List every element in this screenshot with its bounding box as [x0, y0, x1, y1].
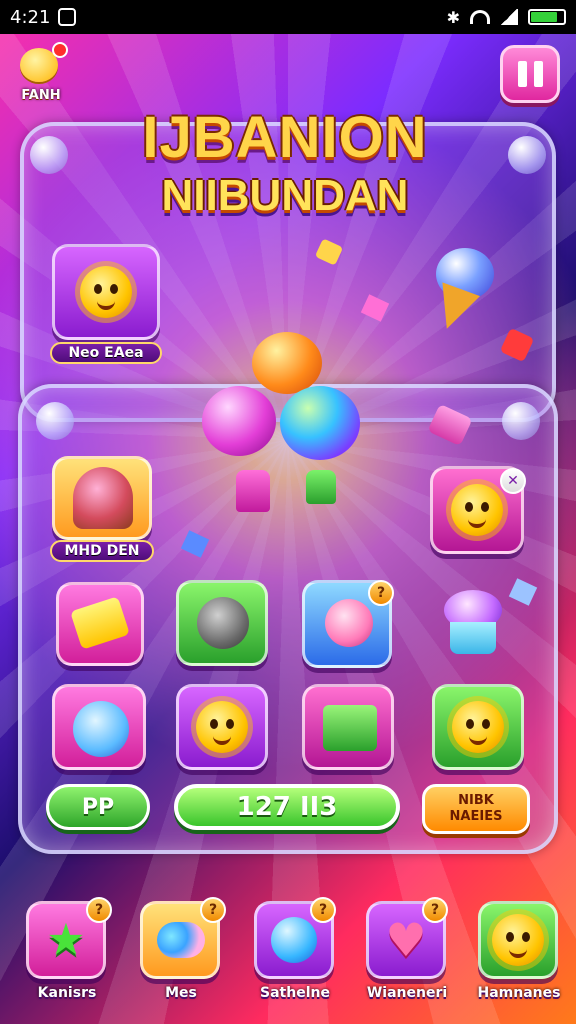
orange-action-button[interactable]: NIBK NAEIES [422, 784, 530, 834]
sun-character-icon [80, 266, 132, 318]
pause-icon [517, 61, 527, 87]
panel-corner-orb [502, 402, 540, 440]
balloon-cluster [196, 330, 366, 520]
panel-corner-orb [36, 402, 74, 440]
orange-button-line-2: NAEIES [449, 809, 503, 824]
character-tile-cat-2[interactable] [432, 684, 524, 770]
bottom-nav: ★ ? Kanisrs ? Mes ? Sathelne ♥ ? Wianene… [0, 895, 576, 1024]
orange-button-line-1: NIBK [458, 793, 494, 808]
nav-item-mes[interactable]: ? Mes [136, 895, 226, 1015]
orb-icon [271, 917, 317, 963]
pause-button[interactable] [500, 45, 560, 103]
character-tile-sun[interactable] [52, 244, 160, 340]
nav-item-hamnanes[interactable]: Hamnanes [474, 895, 564, 1015]
ice-cream-icon[interactable] [426, 248, 498, 336]
bluetooth-icon: ✱ [446, 7, 460, 27]
star-icon: ★ [46, 914, 86, 966]
question-badge-icon: ? [86, 897, 112, 923]
panel-corner-orb [508, 136, 546, 174]
battery-icon [528, 9, 566, 25]
profile-badge[interactable]: FANH [14, 42, 68, 108]
title-line-2: NIIBUNDAN [161, 171, 409, 220]
sun-character-icon [196, 701, 248, 753]
cupcake-icon[interactable] [440, 590, 506, 658]
profile-badge-label: FANH [21, 88, 61, 103]
panel-corner-orb [30, 136, 68, 174]
character-tile-sun-2[interactable] [176, 684, 268, 770]
tile-label: MHD DEN [50, 540, 154, 562]
nav-label: Sathelne [260, 985, 330, 1001]
title-line-1: IJBANION [142, 105, 428, 170]
cat-character-icon [451, 484, 503, 536]
cat-character-icon [452, 701, 504, 753]
status-bar: 4:21 ✱ [0, 0, 576, 34]
wifi-icon [470, 10, 490, 24]
status-time: 4:21 [10, 6, 51, 28]
question-badge-icon: ? [422, 897, 448, 923]
signal-icon [500, 9, 518, 25]
box-tile[interactable] [302, 684, 394, 770]
nav-item-kanisrs[interactable]: ★ ? Kanisrs [22, 895, 112, 1015]
question-badge-icon: ? [310, 897, 336, 923]
seal-icon [197, 597, 249, 649]
candy-icon [157, 922, 205, 958]
tile-label: Neo EAea [50, 342, 162, 364]
nav-label: Hamnanes [477, 985, 561, 1001]
nav-label: Wianeneri [366, 985, 448, 1001]
pp-button[interactable]: PP [46, 784, 150, 830]
question-badge-icon[interactable]: ? [368, 580, 394, 606]
nav-item-wianeneri[interactable]: ♥ ? Wianeneri [362, 895, 452, 1015]
heart-icon: ♥ [385, 913, 427, 967]
cheese-tile[interactable] [56, 582, 144, 666]
cheese-icon [70, 596, 130, 650]
notification-dot [52, 42, 68, 58]
star-creature-icon [325, 599, 373, 647]
cat-face-icon [492, 914, 544, 966]
game-title: IJBANION NIIBUNDAN [120, 108, 450, 220]
nav-label: Kanisrs [37, 985, 97, 1001]
basket-tile[interactable] [52, 456, 152, 540]
notification-icon [58, 8, 77, 26]
basket-icon [73, 467, 133, 529]
nav-label: Mes [165, 985, 197, 1001]
blue-creature-icon [73, 701, 129, 757]
blue-creature-tile[interactable] [52, 684, 146, 770]
seal-tile[interactable] [176, 580, 268, 666]
green-box-icon [323, 705, 377, 751]
close-badge-icon[interactable]: ✕ [500, 468, 526, 494]
question-badge-icon: ? [200, 897, 226, 923]
nav-item-sathelne[interactable]: ? Sathelne [250, 895, 340, 1015]
score-bar[interactable]: 127 II3 [174, 784, 400, 830]
